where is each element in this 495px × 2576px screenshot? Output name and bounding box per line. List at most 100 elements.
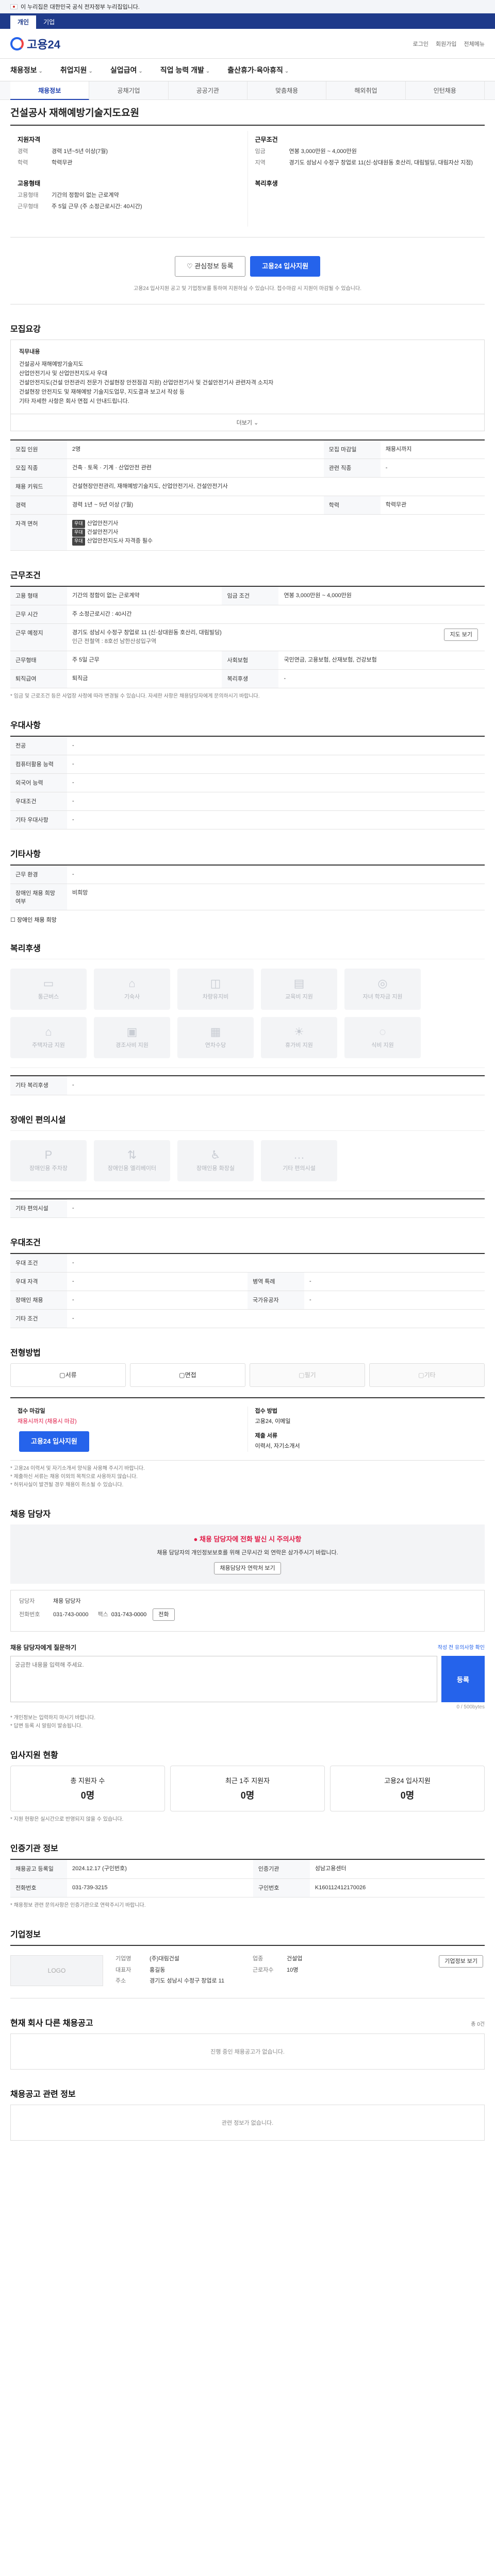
conditions-table: 고용 형태 기간의 정함이 없는 근로계약 임금 조건 연봉 3,000만원 ~ 4,… [10, 585, 485, 689]
show-contact-button[interactable]: 채용담당자 연락처 보기 [214, 1562, 281, 1574]
summary-col: 근무조건 임금 연봉 3,000만원 ~ 4,000만원 지역 경기도 성남시 수정… [247, 131, 485, 227]
welfare-item: ▭ 통근버스 [10, 969, 87, 1010]
save-interest-button[interactable]: ♡ 관심정보 등록 [174, 256, 245, 277]
qa-header: 채용 담당자에게 질문하기 작성 전 유의사항 확인 [10, 1644, 485, 1652]
welfare-item: ▣ 경조사비 지원 [94, 1017, 170, 1059]
korea-flag-icon [10, 4, 18, 9]
tab-company[interactable]: 기업 [36, 15, 62, 29]
conditions-footnote: * 임금 및 근로조건 등은 사업장 사정에 따라 변경될 수 있습니다. 자세… [10, 693, 260, 700]
apply-info: 접수 마감일 채용시까지 (채용시 마감) 고용24 입사지원 접수 방법 고용… [10, 1397, 485, 1461]
gnb-item-support[interactable]: 취업지원 ⌄ [60, 65, 93, 75]
welfare-item: ◫ 차량유지비 [177, 969, 254, 1010]
cert-item: 우대 산업안전기사 [72, 519, 480, 528]
chevron-down-icon: ⌄ [284, 69, 289, 74]
elevator-icon: ⇅ [127, 1148, 137, 1161]
sub-tab-overseas[interactable]: 해외취업 [326, 81, 406, 100]
sub-tab-jobs[interactable]: 채용정보 [10, 81, 90, 100]
site-header: 고용24 로그인 회원가입 전체메뉴 [0, 29, 495, 59]
chevron-down-icon: ⌄ [205, 69, 210, 74]
job-description-box: 직무내용 건설공사 재해예방기술지도 산업안전기사 및 산업안전지도사 우대 건… [10, 339, 485, 414]
login-link[interactable]: 로그인 [413, 40, 428, 48]
facility-item: ♿ 장애인용 화장실 [177, 1140, 254, 1181]
page-title: 건설공사 재해예방기술지도요원 [10, 108, 139, 118]
all-menu-link[interactable]: 전체메뉴 [464, 40, 485, 48]
call-button[interactable]: 전화 [153, 1608, 175, 1621]
cert-item: 우대 산업안전지도사 자격증 필수 [72, 537, 480, 546]
calendar-icon: ▦ [210, 1025, 221, 1039]
welfare-icons: ▭ 통근버스 ⌂ 기숙사 ◫ 차량유지비 ▤ 교육비 지원 ◎ 자녀 학자금 지원 ⌂ 주택… [10, 959, 485, 1069]
contact-box: 담당자 채용 담당자 전화번호 031-743-0000 팩스 031-743-000… [10, 1589, 485, 1632]
view-map-button[interactable]: 지도 보기 [444, 629, 478, 641]
chevron-down-icon: ⌄ [88, 69, 93, 74]
qa-form: 등록 [10, 1656, 485, 1703]
meal-icon: ◌ [379, 1025, 386, 1039]
prefer-table: 전공 - 컴퓨터활용 능력 - 외국어 능력 - 우대조건 - 기타 우대사항 - [10, 736, 485, 830]
page-title-bar: 건설공사 재해예방기술지도요원 [10, 104, 485, 126]
qa-notes: * 개인정보는 입력하지 마시기 바랍니다. * 답변 등록 시 알림이 발송됩… [10, 1715, 95, 1730]
welfare-item: ☀ 휴가비 지원 [261, 1017, 337, 1059]
sub-tab-public[interactable]: 공채기업 [89, 81, 169, 100]
related-empty: 관련 정보가 없습니다. [10, 2105, 485, 2141]
stat-card: 최근 1주 지원자 0명 [170, 1766, 325, 1812]
disabled-icons: P 장애인용 주차장 ⇅ 장애인용 엘리베이터 ♿ 장애인용 화장실 … 기타 편의시설 [10, 1130, 485, 1191]
logo-text: 고용24 [27, 38, 60, 51]
company-info-button[interactable]: 기업정보 보기 [439, 1955, 483, 1968]
facility-item: ⇅ 장애인용 엘리베이터 [94, 1140, 170, 1181]
other-table: 근무 환경 - 장애인 채용 희망 여부 비희망 [10, 865, 485, 911]
summary-heading: 고용형태 [18, 179, 41, 187]
section-title-same-company: 현재 회사 다른 채용공고 [10, 2019, 93, 2028]
section-title-conditions: 근무조건 [10, 571, 41, 580]
section-title-recruit: 모집요강 [10, 325, 41, 334]
house-icon: ⌂ [45, 1025, 52, 1039]
welfare-item: ⌂ 기숙사 [94, 969, 170, 1010]
warning-icon: ● [193, 1535, 198, 1543]
section-title-welfare: 복리후생 [10, 944, 41, 954]
facility-item: … 기타 편의시설 [261, 1140, 337, 1181]
section-title-selection: 우대조건 [10, 1238, 41, 1247]
more-button[interactable]: 더보기 ⌄ [10, 414, 485, 431]
restroom-icon: ♿ [210, 1148, 221, 1161]
tab-individual[interactable]: 개인 [10, 15, 37, 29]
register-table: 채용공고 등록일 2024.12.17 (구인번호) 인증기관 성남고용센터 전화번호… [10, 1859, 485, 1897]
sub-tabs: 채용정보 공채기업 공공기관 맞춤채용 해외취업 인턴채용 [0, 81, 495, 100]
contact-alert: ● 채용 담당자에 전화 발신 시 주의사항 채용 담당자의 개인정보보호를 위… [10, 1524, 485, 1584]
child-icon: ◎ [377, 977, 388, 990]
facility-item: P 장애인용 주차장 [10, 1140, 87, 1181]
actions-note: 고용24 입사지원 공고 및 기업정보를 통하여 지원하실 수 있습니다. 접수… [134, 285, 361, 292]
section-title-prefer: 우대사항 [10, 721, 41, 731]
gnb-item-benefit[interactable]: 실업급여 ⌄ [110, 65, 143, 75]
welfare-item: ▦ 연차수당 [177, 1017, 254, 1059]
signup-link[interactable]: 회원가입 [436, 40, 456, 48]
summary: 지원자격 경력 경력 1년~5년 이상(7월) 학력 학력무관 고용형태 고용형태 기… [10, 126, 485, 238]
logo[interactable]: 고용24 [10, 36, 60, 52]
bus-icon: ▭ [43, 977, 54, 990]
car-icon: ◫ [210, 977, 221, 990]
welfare-item: ◌ 식비 지원 [344, 1017, 421, 1059]
disabled-hire-checkbox[interactable]: ☐ 장애인 채용 희망 [10, 916, 485, 924]
section-title-other: 기타사항 [10, 850, 41, 859]
stats-cards: 총 지원자 수 0명 최근 1주 지원자 0명 고용24 입사지원 0명 [10, 1766, 485, 1812]
step-written: ▢ 필기 [250, 1363, 365, 1387]
sub-tab-agency[interactable]: 공공기관 [169, 81, 248, 100]
gnb-item-training[interactable]: 직업 능력 개발 ⌄ [160, 65, 210, 75]
summary-col: 지원자격 경력 경력 1년~5년 이상(7월) 학력 학력무관 고용형태 고용형태 기… [10, 131, 248, 227]
education-icon: ▤ [293, 977, 305, 990]
step-etc: ▢ 기타 [369, 1363, 485, 1387]
section-title-process: 전형방법 [10, 1348, 41, 1358]
sub-tab-intern[interactable]: 인턴채용 [406, 81, 485, 100]
chevron-down-icon: ⌄ [138, 69, 143, 74]
same-company-count: 총 0건 [471, 2022, 485, 2028]
qa-input[interactable] [10, 1656, 437, 1703]
stat-card: 고용24 입사지원 0명 [330, 1766, 485, 1812]
same-company-empty: 진행 중인 채용공고가 없습니다. [10, 2033, 485, 2070]
apply-button[interactable]: 고용24 입사지원 [250, 256, 321, 277]
apply-button-2[interactable]: 고용24 입사지원 [19, 1431, 89, 1452]
register-footnote: * 채용정보 관련 문의사항은 인증기관으로 연락주시기 바랍니다. [10, 1902, 146, 1908]
sub-tab-custom[interactable]: 맞춤채용 [248, 81, 327, 100]
logo-mark-icon [10, 37, 24, 50]
step-document: ▢ 서류 [10, 1363, 126, 1387]
gnb-item-leave[interactable]: 출산휴가·육아휴직 ⌄ [227, 65, 289, 75]
welfare-item: ▤ 교육비 지원 [261, 969, 337, 1010]
qa-submit-button[interactable]: 등록 [441, 1656, 485, 1703]
gnb-item-jobs[interactable]: 채용정보 ⌄ [10, 65, 43, 75]
